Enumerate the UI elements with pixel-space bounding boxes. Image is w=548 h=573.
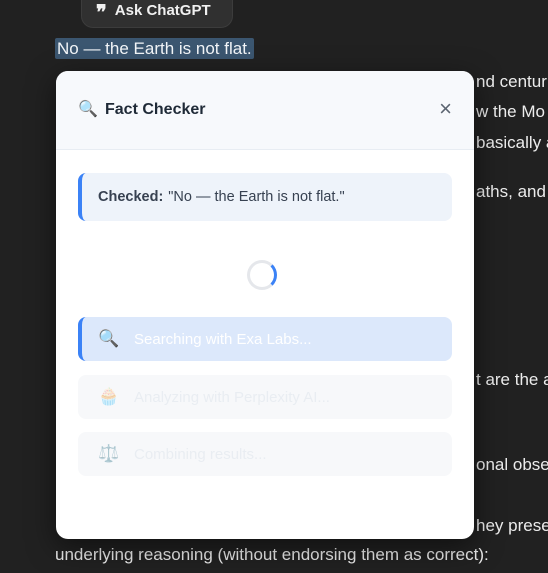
loading-spinner [247, 260, 277, 290]
step-label: Searching with Exa Labs... [134, 330, 312, 348]
step-label: Analyzing with Perplexity AI... [134, 388, 330, 406]
quote-icon: ❞ [96, 0, 107, 24]
background-text-7: hey prese [476, 516, 548, 535]
background-text-1: nd centur [476, 72, 547, 91]
close-button[interactable]: × [439, 98, 452, 120]
step-searching-exa: 🔍 Searching with Exa Labs... [78, 317, 452, 361]
background-text-2: w the Mo [476, 102, 545, 121]
step-combining-results: ⚖️ Combining results... [78, 432, 452, 476]
ask-chatgpt-button[interactable]: ❞ Ask ChatGPT [81, 0, 233, 28]
step-analyzing-perplexity: 🧁 Analyzing with Perplexity AI... [78, 375, 452, 419]
ask-chatgpt-label: Ask ChatGPT [114, 2, 211, 19]
checked-claim-text: "No — the Earth is not flat." [168, 189, 345, 205]
background-text-5: t are the a [476, 370, 548, 389]
background-text-8: underlying reasoning (without endorsing … [55, 545, 489, 564]
modal-header: 🔍 Fact Checker × [56, 71, 474, 150]
fact-checker-modal: 🔍 Fact Checker × Checked: "No — the Eart… [56, 71, 474, 539]
search-icon: 🔍 [98, 329, 120, 348]
background-text-3: basically a [476, 133, 548, 152]
checked-label: Checked: [98, 189, 164, 205]
search-icon: 🔍 [78, 101, 98, 118]
scale-icon: ⚖️ [98, 444, 120, 463]
background-text-4: aths, and [476, 182, 546, 201]
step-label: Combining results... [134, 445, 267, 463]
highlighted-answer-line: No — the Earth is not flat. [55, 38, 254, 59]
checked-claim-box: Checked: "No — the Earth is not flat." [78, 173, 452, 221]
cake-icon: 🧁 [98, 387, 120, 406]
background-text-6: onal obse [476, 455, 548, 474]
modal-title: Fact Checker [105, 101, 206, 118]
